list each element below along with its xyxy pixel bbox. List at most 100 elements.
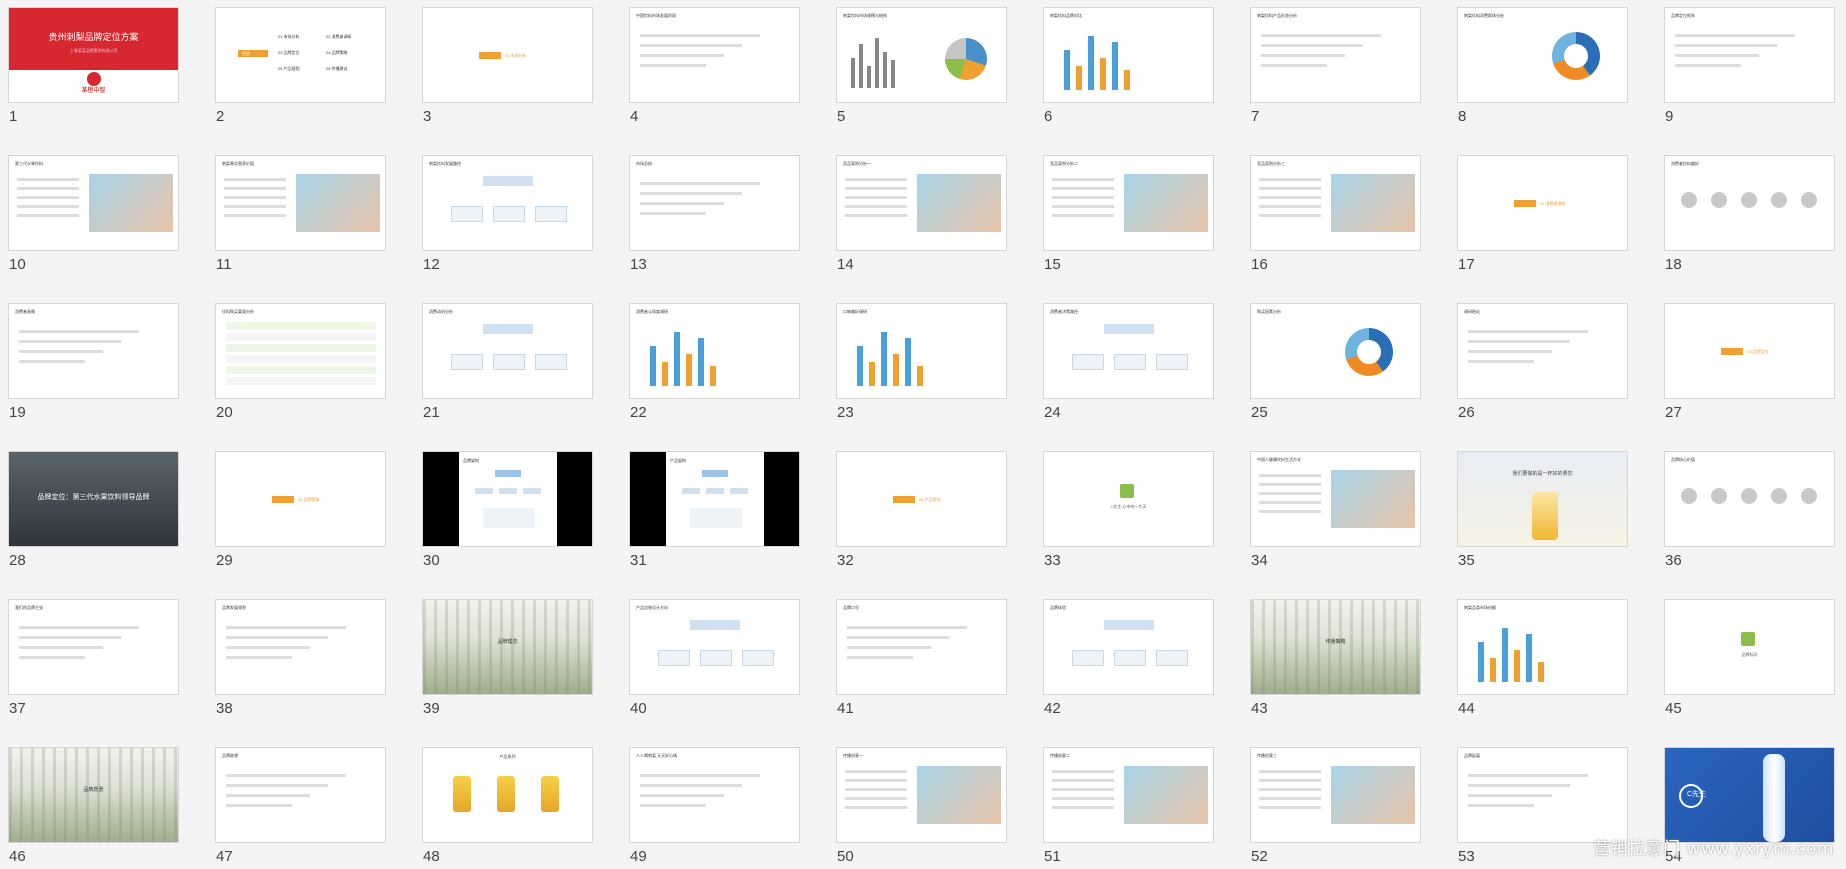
slide-thumbnail[interactable]: 消费动机分析 — [422, 303, 593, 399]
slide-title: 我们的品牌主张 — [15, 605, 43, 610]
slide-number: 30 — [423, 552, 440, 569]
icon-circle — [1681, 488, 1697, 504]
slide-thumbnail[interactable]: C先生 — [1664, 747, 1835, 843]
slide-thumbnail[interactable]: 品牌延展 — [1457, 747, 1628, 843]
slide-cell: 我们要做的是一杯好的果饮 35 — [1449, 444, 1628, 569]
diagram-node — [1072, 650, 1104, 666]
slide-thumbnail[interactable]: 刺梨饮料品牌对比 — [1043, 7, 1214, 103]
product-can — [453, 776, 471, 812]
section-label: 03 品牌定位 — [1747, 349, 1769, 354]
slide-thumbnail[interactable]: 传播创意二 — [1043, 747, 1214, 843]
slide-thumbnail[interactable]: 04 品牌策略 — [215, 451, 386, 547]
donut-hole — [1564, 44, 1588, 68]
slide-thumbnail[interactable]: 口味偏好调研 — [836, 303, 1007, 399]
slide-thumbnail[interactable]: 消费者画像 — [8, 303, 179, 399]
slide-thumbnail[interactable]: 03 品牌定位 — [1664, 303, 1835, 399]
diagram-node — [493, 354, 525, 370]
slide-thumbnail[interactable]: 传播策略 — [1250, 599, 1421, 695]
slide-cell: 02 消费者调研 17 — [1449, 148, 1628, 273]
photo-image — [1124, 766, 1208, 824]
slide-thumbnail[interactable]: C先生 心中的一片天 — [1043, 451, 1214, 547]
slide-number: 14 — [837, 256, 854, 273]
slide-thumbnail[interactable]: 消费者饮料偏好 — [1664, 155, 1835, 251]
slide-thumbnail[interactable]: 我们要做的是一杯好的果饮 — [1457, 451, 1628, 547]
slide-title: 品牌延展 — [1464, 753, 1480, 758]
slide-thumbnail[interactable]: 竞品案例分析二 — [1043, 155, 1214, 251]
slide-thumbnail[interactable]: 品牌愿景 — [8, 747, 179, 843]
slide-thumbnail[interactable]: 人人喝刺梨 天天好心情 — [629, 747, 800, 843]
slide-thumbnail[interactable]: 05 产品规划 — [836, 451, 1007, 547]
slide-thumbnail[interactable]: 中国饮料市场发展阶段 — [629, 7, 800, 103]
slide-thumbnail[interactable]: 竞品案例分析一 — [836, 155, 1007, 251]
slide-title: 竞品案例分析一 — [843, 161, 871, 166]
slide-thumbnail[interactable]: 刺梨品类市场份额 — [1457, 599, 1628, 695]
slide-thumbnail[interactable]: 品牌定位：第三代水果饮料领导品牌 — [8, 451, 179, 547]
slide-thumbnail[interactable]: 产品包装设计方向 — [629, 599, 800, 695]
slide-title: 刺梨饮料产品形态分析 — [1257, 13, 1297, 18]
slide-thumbnail[interactable]: 02 消费者调研 — [1457, 155, 1628, 251]
text-line — [845, 187, 907, 190]
slide-thumbnail[interactable]: 品牌发展规划 — [215, 599, 386, 695]
slide-cell: 产品系列 48 — [414, 740, 593, 865]
text-line — [847, 626, 967, 629]
text-line — [17, 205, 79, 208]
slide-thumbnail[interactable]: 饮料购买渠道分析 — [215, 303, 386, 399]
slide-cell: 03 品牌定位 27 — [1656, 296, 1835, 421]
slide-cell: 消费者饮料偏好 18 — [1656, 148, 1835, 273]
text-line — [1259, 806, 1321, 809]
slide-cell: 竞品案例分析二 15 — [1035, 148, 1214, 273]
slide-cell: 调研结论 26 — [1449, 296, 1628, 421]
slide-thumbnail[interactable]: 目录 01 市场分析 02 消费者调研 03 品牌定位 04 品牌策略 05 产品规划 06… — [215, 7, 386, 103]
slide-thumbnail[interactable]: 01 市场分析 — [422, 7, 593, 103]
text-line — [226, 626, 346, 629]
slide-title: 刺梨果实营养价值 — [222, 161, 254, 166]
slide-thumbnail[interactable]: 产品系列 — [422, 747, 593, 843]
slide-number: 51 — [1044, 848, 1061, 865]
slide-thumbnail[interactable]: 传播创意三 — [1250, 747, 1421, 843]
slide-thumbnail[interactable]: 消费者决策路径 — [1043, 303, 1214, 399]
slide-thumbnail[interactable]: 消费者认知度调研 — [629, 303, 800, 399]
slide-title: 消费者画像 — [15, 309, 35, 314]
slide-number: 16 — [1251, 256, 1268, 273]
slide-thumbnail[interactable]: 品牌定位矩阵 — [1664, 7, 1835, 103]
slide-number: 48 — [423, 848, 440, 865]
slide-thumbnail[interactable]: 我们的品牌主张 — [8, 599, 179, 695]
diagram-node — [1114, 354, 1146, 370]
slide-number: 26 — [1458, 404, 1475, 421]
text-line — [1259, 474, 1321, 477]
diagram-node — [730, 488, 748, 494]
text-line — [640, 804, 706, 807]
slide-thumbnail[interactable]: 产品架构 — [629, 451, 800, 547]
slide-thumbnail[interactable]: 市场总结 — [629, 155, 800, 251]
slide-number: 53 — [1458, 848, 1475, 865]
diagram-node — [1114, 650, 1146, 666]
toc-item: 03 品牌定位 — [278, 50, 300, 55]
slide-title: 品牌愿景 — [83, 787, 104, 793]
slide-cell: 中国饮料市场发展阶段 4 — [621, 0, 800, 125]
slide-thumbnail[interactable]: 中国人健康饮料生活方式 — [1250, 451, 1421, 547]
slide-thumbnail[interactable]: 购买因素分析 — [1250, 303, 1421, 399]
slide-thumbnail[interactable]: 品牌体验 — [1043, 599, 1214, 695]
slide-thumbnail[interactable]: 刺梨饮料产品形态分析 — [1250, 7, 1421, 103]
slide-thumbnail[interactable]: 刺梨饮料发展路径 — [422, 155, 593, 251]
logo-icon — [1741, 632, 1755, 646]
slide-thumbnail[interactable]: 品牌理念 — [422, 599, 593, 695]
slide-thumbnail[interactable]: 竞品案例分析三 — [1250, 155, 1421, 251]
slide-thumbnail[interactable]: 品牌口号 — [836, 599, 1007, 695]
icon-circle — [1801, 488, 1817, 504]
slide-cell: 品牌愿景 46 — [0, 740, 179, 865]
slide-thumbnail[interactable]: 刺梨果实营养价值 — [215, 155, 386, 251]
slide-thumbnail[interactable]: 刺梨饮料消费群体分析 — [1457, 7, 1628, 103]
slide-thumbnail[interactable]: 品牌架构 — [422, 451, 593, 547]
slide-thumbnail[interactable]: 品牌联想 — [215, 747, 386, 843]
text-line — [1052, 196, 1114, 199]
icon-circle — [1741, 488, 1757, 504]
slide-thumbnail[interactable]: 传播创意一 — [836, 747, 1007, 843]
text-line — [224, 178, 286, 181]
slide-thumbnail[interactable]: 第三代水果饮料 — [8, 155, 179, 251]
slide-thumbnail[interactable]: 调研结论 — [1457, 303, 1628, 399]
slide-thumbnail[interactable]: 品牌标识 — [1664, 599, 1835, 695]
slide-thumbnail[interactable]: 刺梨饮料市场规模与结构 — [836, 7, 1007, 103]
slide-thumbnail[interactable]: 品牌核心价值 — [1664, 451, 1835, 547]
slide-thumbnail[interactable]: 贵州刺梨品牌定位方案 上海某某品牌策划有限公司 某橙中智 — [8, 7, 179, 103]
